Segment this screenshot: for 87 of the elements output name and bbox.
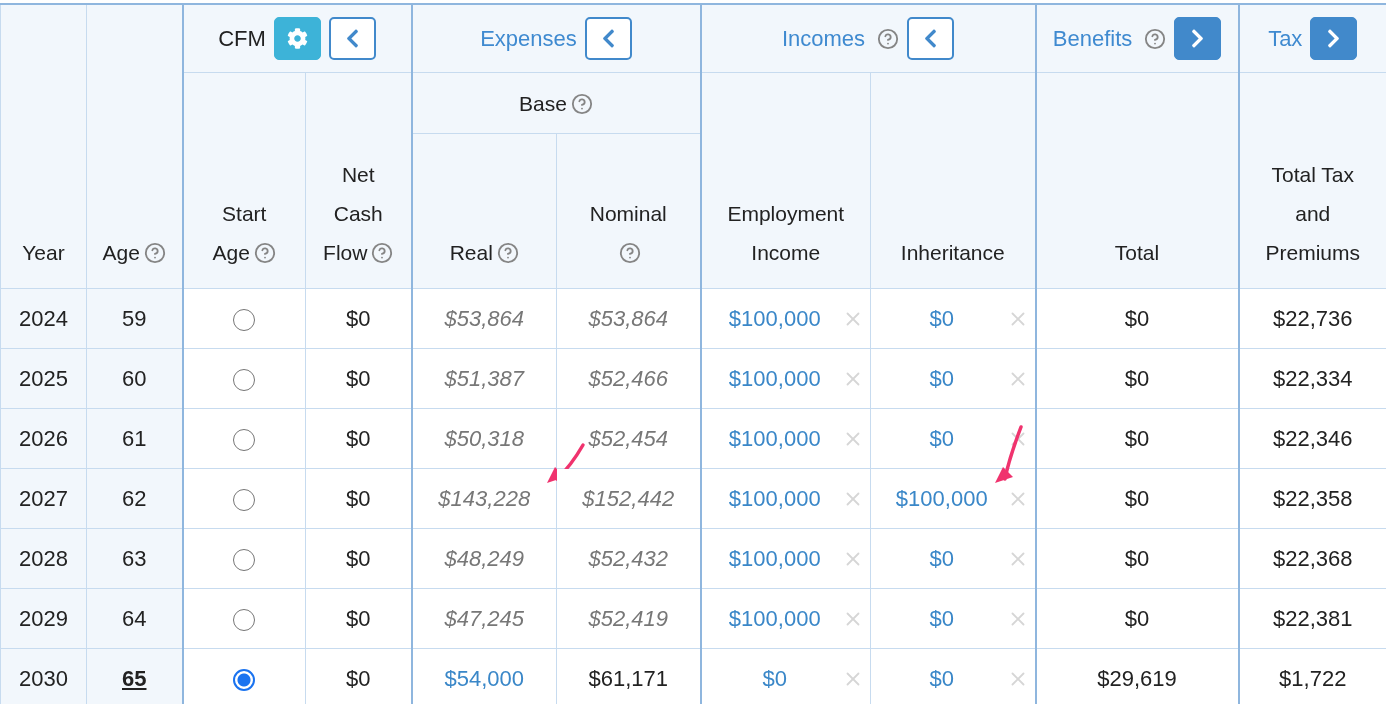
table-cell: $29,619 xyxy=(1097,665,1177,691)
column-header: Inheritance xyxy=(900,240,1005,266)
collapse-button[interactable] xyxy=(907,17,955,60)
column-header: Total Tax and Premiums xyxy=(1264,162,1361,266)
table-cell: $0 xyxy=(1124,365,1150,391)
table-cell: $0 xyxy=(346,425,371,451)
table-cell: $53,864 xyxy=(588,305,668,331)
group-link[interactable]: Incomes xyxy=(781,25,866,52)
group-link[interactable]: Expenses xyxy=(480,25,577,52)
group-link[interactable]: Benefits xyxy=(1052,25,1133,52)
subgroup-header: Base xyxy=(519,83,593,123)
table-cell: $22,736 xyxy=(1273,305,1353,331)
income-value[interactable]: $0 xyxy=(929,425,954,451)
table-cell: $0 xyxy=(346,605,371,631)
table-cell: $22,358 xyxy=(1273,485,1353,511)
age-cell: 60 xyxy=(122,365,147,391)
column-header: Start Age xyxy=(202,194,287,272)
table-cell: $52,466 xyxy=(588,365,668,391)
table-cell: $0 xyxy=(346,365,371,391)
help-icon[interactable] xyxy=(143,242,166,264)
column-header: Employment Income xyxy=(726,201,846,266)
help-icon[interactable] xyxy=(619,242,642,264)
year-cell: 2027 xyxy=(19,485,68,511)
collapse-button[interactable] xyxy=(328,17,376,60)
year-cell: 2026 xyxy=(19,425,68,451)
radio-button[interactable] xyxy=(233,428,256,451)
help-icon[interactable] xyxy=(371,242,394,264)
table-cell: $0 xyxy=(1124,425,1150,451)
column-header: Nominal xyxy=(581,194,676,272)
income-value[interactable]: $0 xyxy=(929,365,954,391)
year-cell: 2029 xyxy=(19,605,68,631)
age-cell: 59 xyxy=(122,305,147,331)
help-icon[interactable] xyxy=(1144,27,1167,50)
group-link[interactable]: Tax xyxy=(1268,25,1303,52)
radio-button[interactable] xyxy=(233,368,256,391)
table-cell: $152,442 xyxy=(582,485,675,511)
income-value[interactable]: $0 xyxy=(929,545,954,571)
column-header: Total xyxy=(1114,240,1160,266)
column-header: Age xyxy=(102,233,166,272)
year-cell: 2025 xyxy=(19,365,68,391)
income-value[interactable]: $0 xyxy=(929,605,954,631)
income-value[interactable]: $0 xyxy=(929,665,954,691)
table-cell: $0 xyxy=(1124,605,1150,631)
radio-button[interactable] xyxy=(233,668,256,691)
year-cell: 2024 xyxy=(19,305,68,331)
table-cell: $0 xyxy=(346,485,371,511)
age-cell: 63 xyxy=(122,545,147,571)
age-cell: 62 xyxy=(122,485,147,511)
table-cell: $22,381 xyxy=(1273,605,1353,631)
year-cell: 2030 xyxy=(19,665,68,691)
table-cell: $0 xyxy=(1124,305,1150,331)
table-cell: $0 xyxy=(1124,485,1150,511)
column-header: Net Cash Flow xyxy=(316,155,401,272)
table-cell: $52,419 xyxy=(588,605,668,631)
table-cell: $1,722 xyxy=(1279,665,1347,691)
gear-icon xyxy=(286,28,308,49)
expand-button[interactable] xyxy=(1310,17,1358,60)
table-cell: $0 xyxy=(346,665,371,691)
year-cell: 2028 xyxy=(19,545,68,571)
income-value[interactable]: $0 xyxy=(762,665,787,691)
table-cell: $22,346 xyxy=(1273,425,1353,451)
radio-button[interactable] xyxy=(233,488,256,511)
table-cell: $22,368 xyxy=(1273,545,1353,571)
group-title: CFM xyxy=(218,25,266,52)
radio-button[interactable] xyxy=(233,308,256,331)
help-icon[interactable] xyxy=(570,92,593,115)
column-header: Real xyxy=(449,233,519,272)
income-value[interactable]: $0 xyxy=(929,305,954,331)
settings-button[interactable] xyxy=(273,17,321,60)
help-icon[interactable] xyxy=(496,242,519,264)
table-cell: $0 xyxy=(346,545,371,571)
table-cell: $52,432 xyxy=(588,545,668,571)
help-icon[interactable] xyxy=(253,242,276,264)
age-cell: 61 xyxy=(122,425,147,451)
help-icon[interactable] xyxy=(877,27,900,50)
table-cell: $0 xyxy=(346,305,371,331)
radio-button[interactable] xyxy=(233,608,256,631)
age-cell: 65 xyxy=(122,665,147,691)
table-cell: $0 xyxy=(1124,545,1150,571)
column-header: Year xyxy=(22,240,65,266)
expand-button[interactable] xyxy=(1174,17,1222,60)
table-cell: $22,334 xyxy=(1273,365,1353,391)
table-cell: $52,454 xyxy=(588,425,668,451)
collapse-button[interactable] xyxy=(584,17,632,60)
table-cell: $61,171 xyxy=(588,665,668,691)
radio-button[interactable] xyxy=(233,548,256,571)
age-cell: 64 xyxy=(122,605,147,631)
